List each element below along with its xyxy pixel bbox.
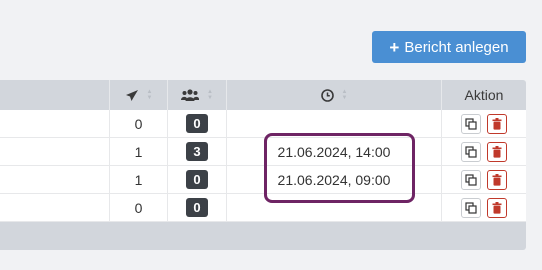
action-cell [441, 138, 526, 165]
participants-cell: 0 [167, 166, 226, 193]
highlight-frame [264, 133, 415, 203]
reports-table: ▲ ▼ ▲ ▼ ▲ ▼ Aktion 0 0 1 3 21.06.2024, 14:0… [0, 80, 526, 250]
copy-button[interactable] [461, 197, 481, 218]
trash-icon [492, 117, 502, 130]
table-row[interactable]: 0 0 [0, 194, 526, 222]
delete-button[interactable] [487, 113, 507, 134]
sent-count: 0 [109, 110, 167, 137]
column-action: Aktion [441, 80, 526, 110]
participants-cell: 0 [167, 194, 226, 221]
action-cell [441, 110, 526, 137]
copy-icon [465, 117, 477, 130]
trash-icon [492, 201, 502, 214]
sort-icon[interactable]: ▲ ▼ [147, 89, 153, 101]
trash-icon [492, 145, 502, 158]
name-cell [0, 110, 109, 137]
trash-icon [492, 173, 502, 186]
table-row[interactable]: 1 3 21.06.2024, 14:00 [0, 138, 526, 166]
add-report-label: Bericht anlegen [404, 38, 509, 56]
table-header: ▲ ▼ ▲ ▼ ▲ ▼ Aktion [0, 80, 526, 110]
column-time[interactable]: ▲ ▼ [226, 80, 441, 110]
copy-button[interactable] [461, 113, 481, 134]
copy-icon [465, 201, 477, 214]
action-cell [441, 194, 526, 221]
sent-count: 1 [109, 138, 167, 165]
participants-badge: 3 [186, 142, 208, 161]
sent-count: 1 [109, 166, 167, 193]
name-cell [0, 166, 109, 193]
add-report-button[interactable]: + Bericht anlegen [372, 31, 526, 63]
name-cell [0, 194, 109, 221]
table-row[interactable]: 0 0 [0, 110, 526, 138]
copy-button[interactable] [461, 141, 481, 162]
column-sent[interactable]: ▲ ▼ [109, 80, 167, 110]
participants-cell: 0 [167, 110, 226, 137]
clock-icon [320, 88, 334, 102]
name-cell [0, 138, 109, 165]
copy-button[interactable] [461, 169, 481, 190]
table-footer [0, 222, 526, 250]
participants-badge: 0 [186, 198, 208, 217]
participants-badge: 0 [186, 170, 208, 189]
sort-icon[interactable]: ▲ ▼ [342, 89, 348, 101]
column-participants[interactable]: ▲ ▼ [167, 80, 226, 110]
delete-button[interactable] [487, 169, 507, 190]
sent-count: 0 [109, 194, 167, 221]
action-cell [441, 166, 526, 193]
participants-badge: 0 [186, 114, 208, 133]
delete-button[interactable] [487, 197, 507, 218]
participants-cell: 3 [167, 138, 226, 165]
send-icon [125, 89, 138, 101]
plus-icon: + [389, 37, 400, 57]
table-row[interactable]: 1 0 21.06.2024, 09:00 [0, 166, 526, 194]
column-name [0, 80, 109, 110]
users-icon [181, 89, 200, 101]
delete-button[interactable] [487, 141, 507, 162]
copy-icon [465, 173, 477, 186]
copy-icon [465, 145, 477, 158]
sort-icon[interactable]: ▲ ▼ [207, 89, 213, 101]
